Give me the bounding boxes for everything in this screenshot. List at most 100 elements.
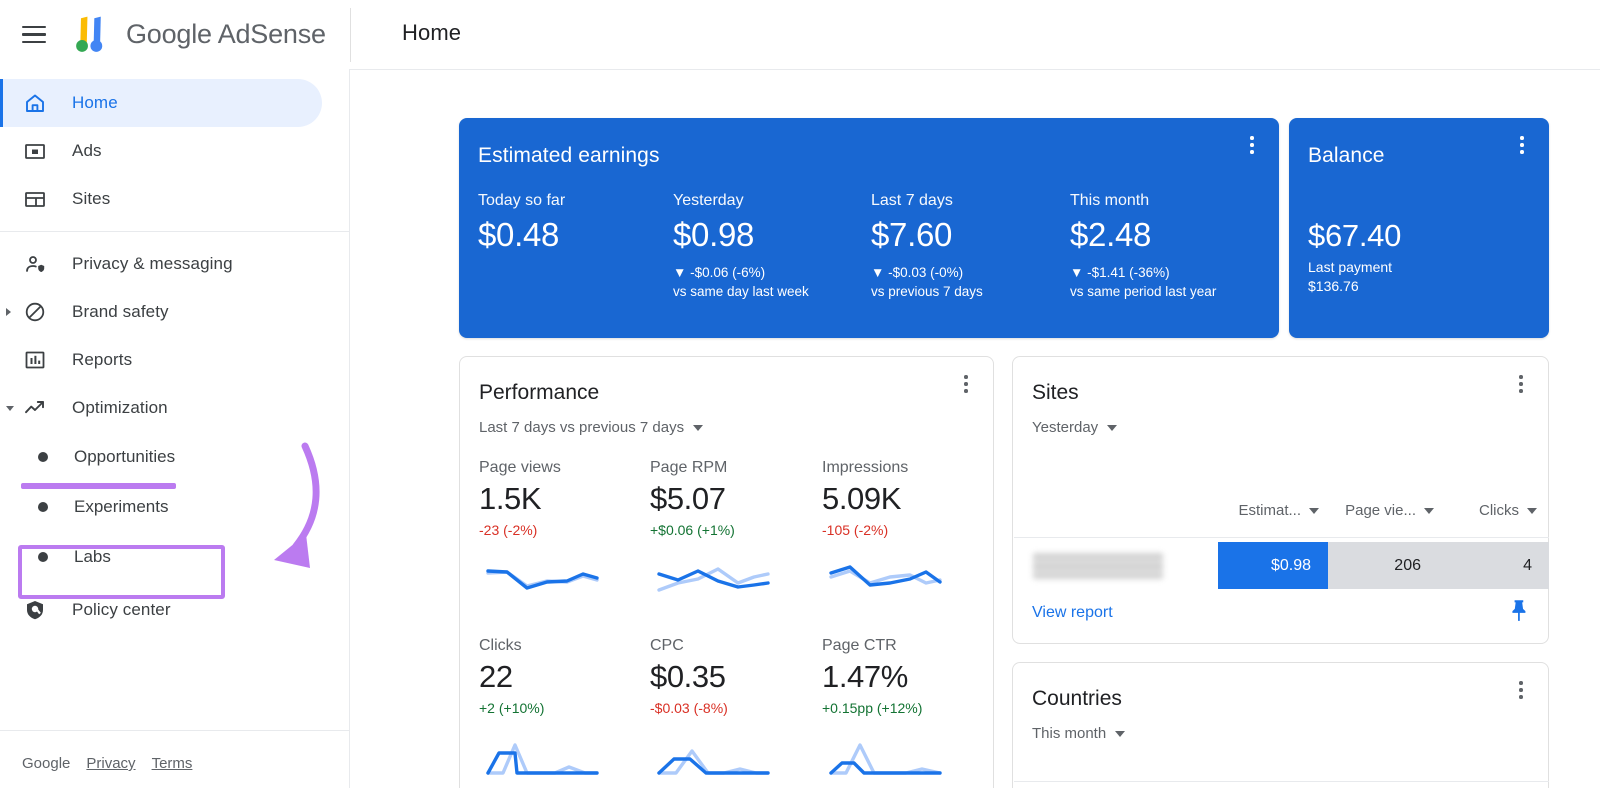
balance-card: Balance $67.40 Last payment $136.76 — [1289, 118, 1549, 338]
sites-range-select[interactable]: Yesterday — [1032, 419, 1117, 436]
adsense-logo[interactable]: Google AdSense — [72, 15, 326, 55]
sidebar-subitem-experiments[interactable]: Experiments — [0, 482, 349, 532]
chevron-down-icon — [1527, 508, 1537, 514]
balance-value: $67.40 — [1308, 218, 1401, 254]
performance-title: Performance — [479, 381, 599, 405]
sidebar-item-brand-safety[interactable]: Brand safety — [0, 288, 349, 336]
sidebar-item-sites[interactable]: Sites — [0, 175, 349, 223]
trend-down-icon: ▼ — [673, 265, 686, 280]
chevron-down-icon — [1424, 508, 1434, 514]
metric-delta: +2 (+10%) — [479, 700, 544, 716]
sidebar-item-label: Optimization — [72, 398, 168, 418]
sidebar-item-label: Ads — [72, 141, 102, 161]
metric-impressions: Impressions 5.09K -105 (-2%) — [822, 459, 908, 538]
main-content: Estimated earnings Today so far $0.48 Ye… — [351, 70, 1600, 788]
block-circle-icon — [22, 299, 48, 325]
metric-cpc: CPC $0.35 -$0.03 (-8%) — [650, 637, 728, 716]
earnings-value: $2.48 — [1070, 216, 1216, 254]
sparkline-page-rpm — [656, 561, 771, 595]
sidebar-item-label: Privacy & messaging — [72, 254, 233, 274]
hamburger-menu-icon[interactable] — [22, 26, 46, 44]
earnings-delta-value: -$0.03 (-0%) — [888, 265, 963, 280]
balance-menu-icon[interactable] — [1509, 132, 1535, 158]
privacy-person-icon — [22, 251, 48, 277]
chevron-down-icon[interactable] — [6, 406, 14, 411]
sites-column-header-clicks[interactable]: Clicks — [1437, 502, 1537, 519]
metric-label: Impressions — [822, 459, 908, 477]
sites-range-label: Yesterday — [1032, 419, 1098, 436]
metric-label: Page RPM — [650, 459, 735, 477]
chevron-down-icon — [1309, 508, 1319, 514]
footer-google-label: Google — [22, 755, 70, 772]
sidebar: Home Ads Sites — [0, 69, 350, 788]
sites-menu-icon[interactable] — [1508, 371, 1534, 397]
countries-table-divider — [1014, 781, 1549, 782]
metric-value: 22 — [479, 659, 544, 695]
metric-page-views: Page views 1.5K -23 (-2%) — [479, 459, 561, 538]
countries-range-select[interactable]: This month — [1032, 725, 1125, 742]
sites-row-estimated-earnings: $0.98 — [1218, 542, 1328, 589]
sparkline-impressions — [828, 561, 943, 595]
sidebar-item-label: Home — [72, 93, 118, 113]
chevron-down-icon — [1107, 425, 1117, 431]
countries-title: Countries — [1032, 687, 1122, 711]
metric-page-ctr: Page CTR 1.47% +0.15pp (+12%) — [822, 637, 922, 716]
sites-column-header-page-views[interactable]: Page vie... — [1324, 502, 1434, 519]
earnings-delta: ▼ -$0.06 (-6%) vs same day last week — [673, 263, 809, 301]
sparkline-cpc — [656, 739, 771, 779]
earnings-label: Last 7 days — [871, 192, 983, 210]
sidebar-item-privacy-messaging[interactable]: Privacy & messaging — [0, 240, 349, 288]
metric-delta: +$0.06 (+1%) — [650, 522, 735, 538]
ads-icon — [22, 138, 48, 164]
earnings-delta-note: vs same period last year — [1070, 284, 1216, 299]
sites-view-report-link[interactable]: View report — [1032, 604, 1113, 622]
annotation-underline-optimization — [21, 483, 176, 489]
sidebar-item-ads[interactable]: Ads — [0, 127, 349, 175]
balance-title: Balance — [1308, 144, 1385, 168]
sidebar-subitem-opportunities[interactable]: Opportunities — [0, 432, 349, 482]
bullet-dot-icon — [38, 452, 48, 462]
metric-value: 1.47% — [822, 659, 922, 695]
metric-delta: +0.15pp (+12%) — [822, 700, 922, 716]
sites-row-site-name-redacted — [1033, 553, 1163, 579]
sites-title: Sites — [1032, 381, 1079, 405]
estimated-earnings-menu-icon[interactable] — [1239, 132, 1265, 158]
footer-privacy-link[interactable]: Privacy — [86, 755, 135, 772]
sites-column-header-estimated-earnings[interactable]: Estimat... — [1209, 502, 1319, 519]
earnings-delta-value: -$1.41 (-36%) — [1087, 265, 1170, 280]
metric-label: Page CTR — [822, 637, 922, 655]
sidebar-item-home[interactable]: Home — [0, 79, 322, 127]
earnings-label: Yesterday — [673, 192, 809, 210]
sidebar-item-label: Policy center — [72, 600, 171, 620]
performance-menu-icon[interactable] — [953, 371, 979, 397]
performance-range-select[interactable]: Last 7 days vs previous 7 days — [479, 419, 703, 436]
brand-text: Google AdSense — [126, 19, 326, 50]
sidebar-item-optimization[interactable]: Optimization — [0, 384, 349, 432]
earnings-delta: ▼ -$0.03 (-0%) vs previous 7 days — [871, 263, 983, 301]
brand-google: Google — [126, 19, 212, 49]
countries-menu-icon[interactable] — [1508, 677, 1534, 703]
pin-icon[interactable] — [1507, 597, 1533, 623]
sidebar-subitem-label: Experiments — [74, 497, 168, 517]
metric-page-rpm: Page RPM $5.07 +$0.06 (+1%) — [650, 459, 735, 538]
metric-delta: -105 (-2%) — [822, 522, 908, 538]
metric-value: 5.09K — [822, 481, 908, 517]
sidebar-divider — [0, 231, 349, 232]
estimated-earnings-title: Estimated earnings — [478, 144, 660, 168]
countries-range-label: This month — [1032, 725, 1106, 742]
brand-product: AdSense — [218, 19, 326, 49]
chevron-right-icon[interactable] — [6, 308, 11, 316]
estimated-earnings-card: Estimated earnings Today so far $0.48 Ye… — [459, 118, 1279, 338]
column-label: Estimat... — [1238, 502, 1301, 519]
metric-value: $0.35 — [650, 659, 728, 695]
sidebar-item-reports[interactable]: Reports — [0, 336, 349, 384]
metric-label: CPC — [650, 637, 728, 655]
countries-card: Countries This month — [1012, 662, 1549, 788]
earnings-delta: ▼ -$1.41 (-36%) vs same period last year — [1070, 263, 1216, 301]
footer-terms-link[interactable]: Terms — [152, 755, 193, 772]
performance-card: Performance Last 7 days vs previous 7 da… — [459, 356, 994, 788]
column-label: Page vie... — [1345, 502, 1416, 519]
trend-down-icon: ▼ — [1070, 265, 1083, 280]
sidebar-item-label: Sites — [72, 189, 110, 209]
shield-icon — [22, 597, 48, 623]
